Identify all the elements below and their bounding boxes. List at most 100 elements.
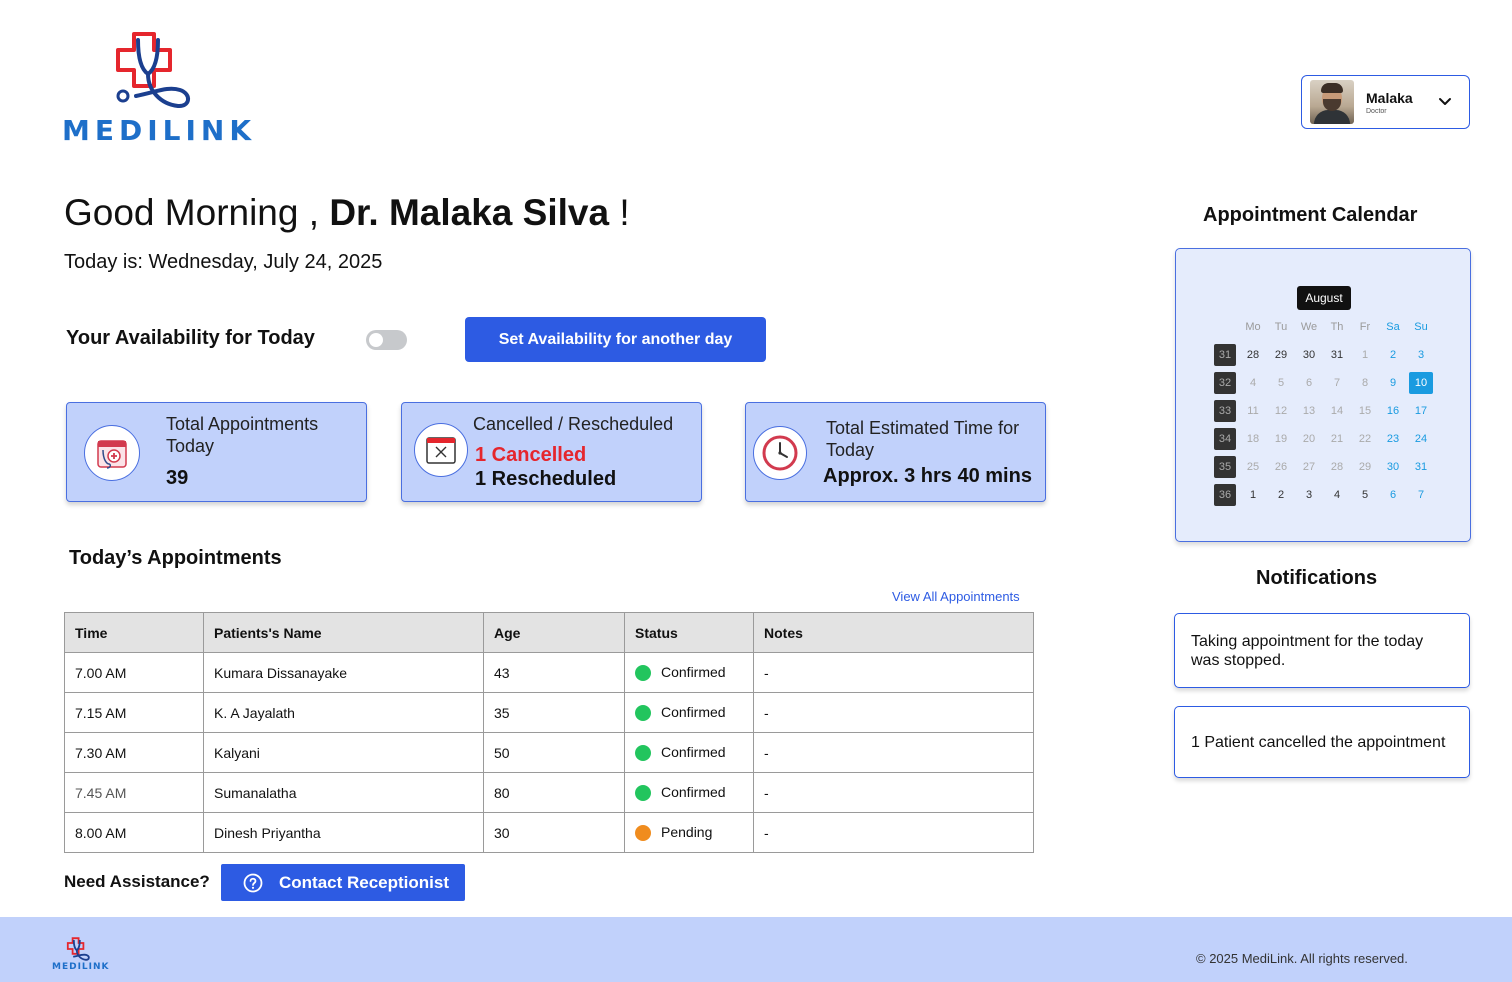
- calendar-day[interactable]: 16: [1379, 400, 1407, 422]
- calendar-day[interactable]: 2: [1379, 344, 1407, 366]
- calendar-month-label[interactable]: August: [1297, 286, 1351, 310]
- cell-notes: -: [753, 652, 1034, 693]
- calendar-day[interactable]: 1: [1351, 344, 1379, 366]
- calendar-day[interactable]: 5: [1267, 372, 1295, 394]
- cell-notes: -: [753, 692, 1034, 733]
- greeting-prefix: Good Morning ,: [64, 192, 320, 233]
- cell-status: Confirmed: [624, 692, 754, 733]
- calendar-day[interactable]: 23: [1379, 428, 1407, 450]
- user-role: Doctor: [1366, 107, 1387, 115]
- status-dot: [635, 705, 651, 722]
- calendar-day[interactable]: 31: [1407, 456, 1435, 478]
- status-label: Pending: [661, 823, 713, 840]
- week-number: 32: [1214, 372, 1236, 394]
- calendar-day[interactable]: 6: [1295, 372, 1323, 394]
- calendar-day[interactable]: 7: [1407, 484, 1435, 506]
- calendar-day[interactable]: 4: [1239, 372, 1267, 394]
- calendar-week-row: 34 18 19 20 21 22 23 24: [1211, 425, 1435, 453]
- calendar-day[interactable]: 20: [1295, 428, 1323, 450]
- calendar-day[interactable]: 17: [1407, 400, 1435, 422]
- calendar-day[interactable]: 9: [1379, 372, 1407, 394]
- cell-patient-name: K. A Jayalath: [203, 692, 484, 733]
- calendar-day[interactable]: 28: [1323, 456, 1351, 478]
- cell-notes: -: [753, 772, 1034, 813]
- calendar-day[interactable]: 5: [1351, 484, 1379, 506]
- status-label: Confirmed: [661, 743, 726, 760]
- cell-age: 80: [483, 772, 625, 813]
- weekday-label: Mo: [1245, 321, 1261, 333]
- notification-text: Taking appointment for the today was sto…: [1191, 632, 1424, 669]
- availability-toggle[interactable]: [366, 330, 407, 350]
- table-row[interactable]: 7.15 AM K. A Jayalath 35 Confirmed -: [64, 692, 1034, 733]
- cell-age: 30: [483, 812, 625, 853]
- calendar-day[interactable]: 19: [1267, 428, 1295, 450]
- calendar-day[interactable]: 26: [1267, 456, 1295, 478]
- greeting-suffix: !: [619, 192, 630, 233]
- status-label: Confirmed: [661, 703, 726, 720]
- calendar-day[interactable]: 22: [1351, 428, 1379, 450]
- cell-time: 7.15 AM: [64, 692, 204, 733]
- calendar-day[interactable]: 10: [1409, 372, 1433, 394]
- notification-item[interactable]: Taking appointment for the today was sto…: [1174, 613, 1470, 688]
- notification-text: 1 Patient cancelled the appointment: [1191, 733, 1446, 751]
- table-row[interactable]: 8.00 AM Dinesh Priyantha 30 Pending -: [64, 812, 1034, 853]
- total-appointments-value: 39: [166, 467, 189, 489]
- clock-icon: [753, 426, 807, 480]
- status-dot: [635, 745, 651, 762]
- contact-receptionist-button[interactable]: Contact Receptionist: [221, 864, 465, 901]
- calendar-day[interactable]: 6: [1379, 484, 1407, 506]
- calendar-day[interactable]: 12: [1267, 400, 1295, 422]
- view-all-appointments-link[interactable]: View All Appointments: [892, 589, 1020, 604]
- calendar-day[interactable]: 25: [1239, 456, 1267, 478]
- cell-status: Pending: [624, 812, 754, 853]
- calendar-day[interactable]: 29: [1351, 456, 1379, 478]
- total-appointments-card: Total Appointments Today 39: [66, 402, 367, 502]
- appointment-calendar: August Mo Tu We Th Fr Sa Su 31 28 29 30 31 1 2…: [1175, 248, 1471, 542]
- table-row[interactable]: 7.00 AM Kumara Dissanayake 43 Confirmed …: [64, 652, 1034, 693]
- calendar-week-row: 36 1 2 3 4 5 6 7: [1211, 481, 1435, 509]
- week-number: 34: [1214, 428, 1236, 450]
- calendar-day[interactable]: 21: [1323, 428, 1351, 450]
- calendar-day[interactable]: 13: [1295, 400, 1323, 422]
- medilink-logo[interactable]: MEDILINK: [62, 30, 251, 147]
- status-label: Confirmed: [661, 663, 726, 680]
- total-appointments-title: Total Appointments Today: [166, 414, 319, 456]
- calendar-day[interactable]: 11: [1239, 400, 1267, 422]
- weekday-label: Sa: [1386, 321, 1400, 333]
- calendar-day[interactable]: 29: [1267, 344, 1295, 366]
- calendar-day[interactable]: 14: [1323, 400, 1351, 422]
- calendar-day[interactable]: 24: [1407, 428, 1435, 450]
- column-header-notes[interactable]: Notes: [753, 612, 1034, 653]
- column-header-status[interactable]: Status: [624, 612, 754, 653]
- calendar-day[interactable]: 4: [1323, 484, 1351, 506]
- calendar-day[interactable]: 3: [1295, 484, 1323, 506]
- weekday-label: Su: [1414, 321, 1428, 333]
- calendar-day[interactable]: 31: [1323, 344, 1351, 366]
- calendar-day[interactable]: 18: [1239, 428, 1267, 450]
- column-header-age[interactable]: Age: [483, 612, 625, 653]
- calendar-day[interactable]: 15: [1351, 400, 1379, 422]
- column-header-time[interactable]: Time: [64, 612, 204, 653]
- calendar-day[interactable]: 27: [1295, 456, 1323, 478]
- user-profile-dropdown[interactable]: Malaka Doctor: [1301, 75, 1470, 129]
- week-number: 36: [1214, 484, 1236, 506]
- calendar-day[interactable]: 8: [1351, 372, 1379, 394]
- chevron-down-icon: [1439, 98, 1451, 105]
- table-header-row: Time Patients's Name Age Status Notes: [64, 612, 1034, 653]
- calendar-day[interactable]: 30: [1379, 456, 1407, 478]
- footer-logo[interactable]: MEDILINK: [52, 937, 109, 977]
- calendar-day[interactable]: 30: [1295, 344, 1323, 366]
- calendar-day[interactable]: 28: [1239, 344, 1267, 366]
- calendar-day[interactable]: 7: [1323, 372, 1351, 394]
- calendar-day[interactable]: 3: [1407, 344, 1435, 366]
- table-row[interactable]: 7.30 AM Kalyani 50 Confirmed -: [64, 732, 1034, 773]
- table-row[interactable]: 7.45 AM Sumanalatha 80 Confirmed -: [64, 772, 1034, 813]
- status-dot: [635, 785, 651, 802]
- notification-item[interactable]: 1 Patient cancelled the appointment: [1174, 706, 1470, 778]
- calendar-day[interactable]: 1: [1239, 484, 1267, 506]
- cell-age: 35: [483, 692, 625, 733]
- notifications-title: Notifications: [1256, 567, 1378, 589]
- calendar-day[interactable]: 2: [1267, 484, 1295, 506]
- set-availability-button[interactable]: Set Availability for another day: [465, 317, 766, 362]
- column-header-name[interactable]: Patients's Name: [203, 612, 484, 653]
